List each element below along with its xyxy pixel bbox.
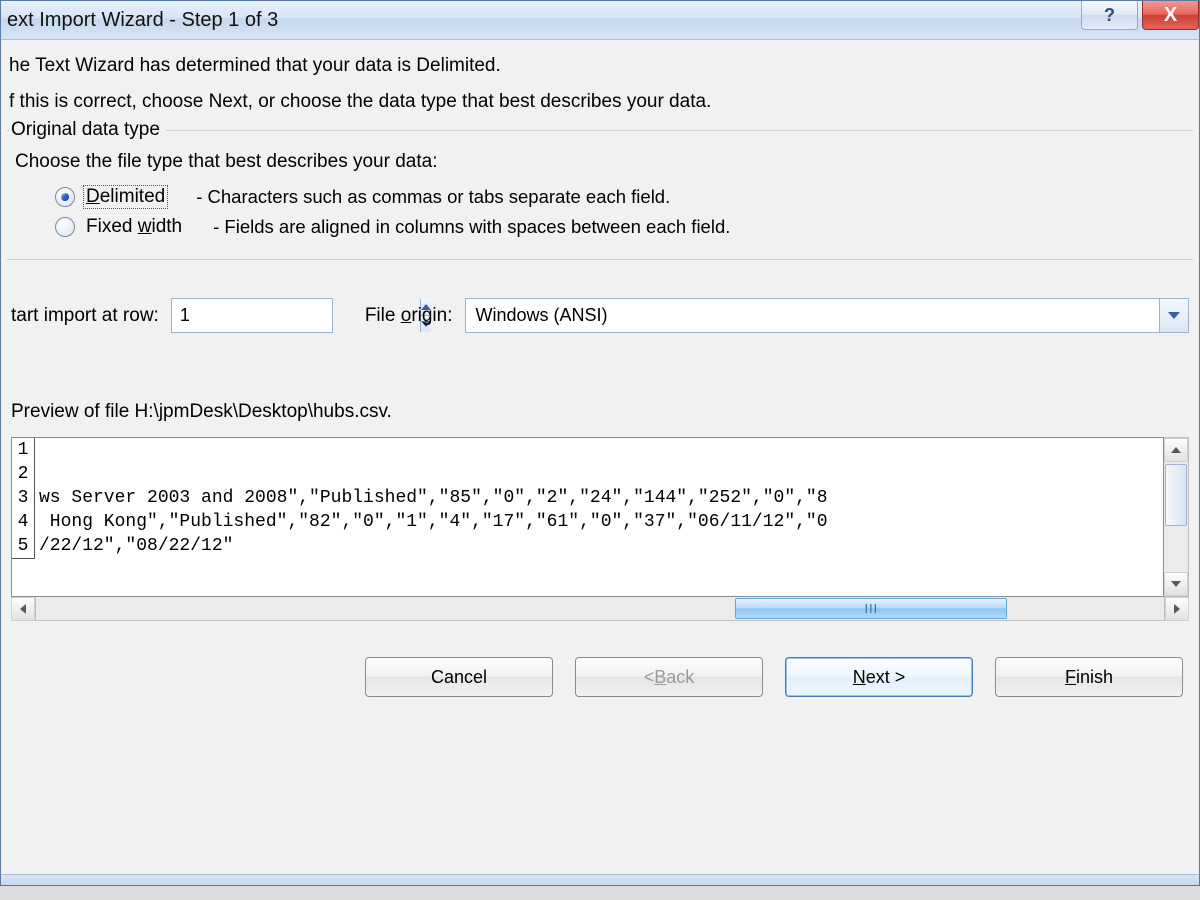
chevron-left-icon	[20, 604, 26, 614]
vscroll-track[interactable]	[1164, 462, 1188, 572]
hscroll-thumb[interactable]: III	[735, 598, 1007, 619]
chevron-down-icon	[1171, 581, 1181, 587]
radio-fixed-desc: - Fields are aligned in columns with spa…	[213, 216, 730, 238]
line-number: 1	[12, 438, 35, 463]
preview-text: 123ws Server 2003 and 2008","Published",…	[11, 437, 1164, 597]
titlebar-buttons: ? X	[1081, 1, 1199, 39]
back-button[interactable]: < Back	[575, 657, 763, 697]
radio-delimited-row: Delimited - Characters such as commas or…	[11, 185, 1189, 209]
intro-text: he Text Wizard has determined that your …	[7, 40, 1193, 126]
titlebar: ext Import Wizard - Step 1 of 3 ? X	[1, 1, 1199, 40]
wizard-window: ext Import Wizard - Step 1 of 3 ? X he T…	[0, 0, 1200, 886]
start-row-label: tart import at row:	[11, 305, 159, 327]
line-text: /22/12","08/22/12"	[35, 534, 233, 558]
preview-line: 3ws Server 2003 and 2008","Published","8…	[12, 486, 1163, 510]
chevron-up-icon	[1171, 447, 1181, 453]
horizontal-scrollbar[interactable]: III	[11, 597, 1189, 621]
client-area: he Text Wizard has determined that your …	[1, 40, 1199, 697]
line-number: 4	[12, 510, 35, 535]
chevron-down-icon	[1168, 312, 1180, 319]
radio-delimited[interactable]	[55, 187, 75, 207]
start-row-spinner[interactable]	[171, 298, 333, 333]
finish-button[interactable]: Finish	[995, 657, 1183, 697]
group-legend: Original data type	[9, 119, 166, 141]
preview-line: 4 Hong Kong","Published","82","0","1","4…	[12, 510, 1163, 534]
next-button[interactable]: Next >	[785, 657, 973, 697]
radio-fixed-label[interactable]: Fixed width	[83, 215, 185, 239]
file-origin-value: Windows (ANSI)	[476, 305, 608, 326]
group-subtitle: Choose the file type that best describes…	[15, 151, 1185, 173]
window-title: ext Import Wizard - Step 1 of 3	[5, 9, 278, 32]
radio-fixed-width[interactable]	[55, 217, 75, 237]
scroll-up-button[interactable]	[1164, 438, 1188, 462]
dropdown-button[interactable]	[1159, 299, 1188, 332]
preview-line: 1	[12, 438, 1163, 462]
file-origin-label: File origin:	[365, 305, 453, 327]
scroll-right-button[interactable]	[1165, 597, 1189, 621]
intro-line-2: f this is correct, choose Next, or choos…	[9, 84, 1191, 120]
radio-fixed-row: Fixed width - Fields are aligned in colu…	[11, 215, 1189, 239]
footer-buttons: Cancel < Back Next > Finish	[7, 621, 1193, 697]
scroll-down-button[interactable]	[1164, 572, 1188, 596]
vscroll-thumb[interactable]	[1165, 464, 1187, 526]
help-button[interactable]: ?	[1081, 1, 1138, 30]
preview-line: 2	[12, 462, 1163, 486]
chevron-right-icon	[1174, 604, 1180, 614]
line-text: ws Server 2003 and 2008","Published","85…	[35, 486, 828, 510]
line-number: 2	[12, 462, 35, 487]
radio-delimited-label[interactable]: Delimited	[83, 185, 168, 209]
line-number: 3	[12, 486, 35, 511]
radio-delimited-desc: - Characters such as commas or tabs sepa…	[196, 186, 670, 208]
import-settings-row: tart import at row: File origin: Windows…	[7, 298, 1193, 333]
preview-area: 123ws Server 2003 and 2008","Published",…	[7, 437, 1193, 621]
original-data-type-group: Original data type Choose the file type …	[7, 130, 1193, 260]
file-origin-dropdown[interactable]: Windows (ANSI)	[465, 298, 1190, 333]
line-text: Hong Kong","Published","82","0","1","4",…	[35, 510, 828, 534]
window-border-bottom	[1, 874, 1199, 885]
preview-line: 5/22/12","08/22/12"	[12, 534, 1163, 558]
scroll-left-button[interactable]	[11, 597, 35, 621]
close-button[interactable]: X	[1142, 1, 1199, 30]
cancel-button[interactable]: Cancel	[365, 657, 553, 697]
hscroll-track[interactable]: III	[35, 597, 1165, 621]
intro-line-1: he Text Wizard has determined that your …	[9, 48, 1191, 84]
line-number: 5	[12, 534, 35, 559]
preview-label: Preview of file H:\jpmDesk\Desktop\hubs.…	[7, 401, 1193, 423]
preview-box: 123ws Server 2003 and 2008","Published",…	[11, 437, 1189, 597]
vertical-scrollbar[interactable]	[1164, 437, 1189, 597]
